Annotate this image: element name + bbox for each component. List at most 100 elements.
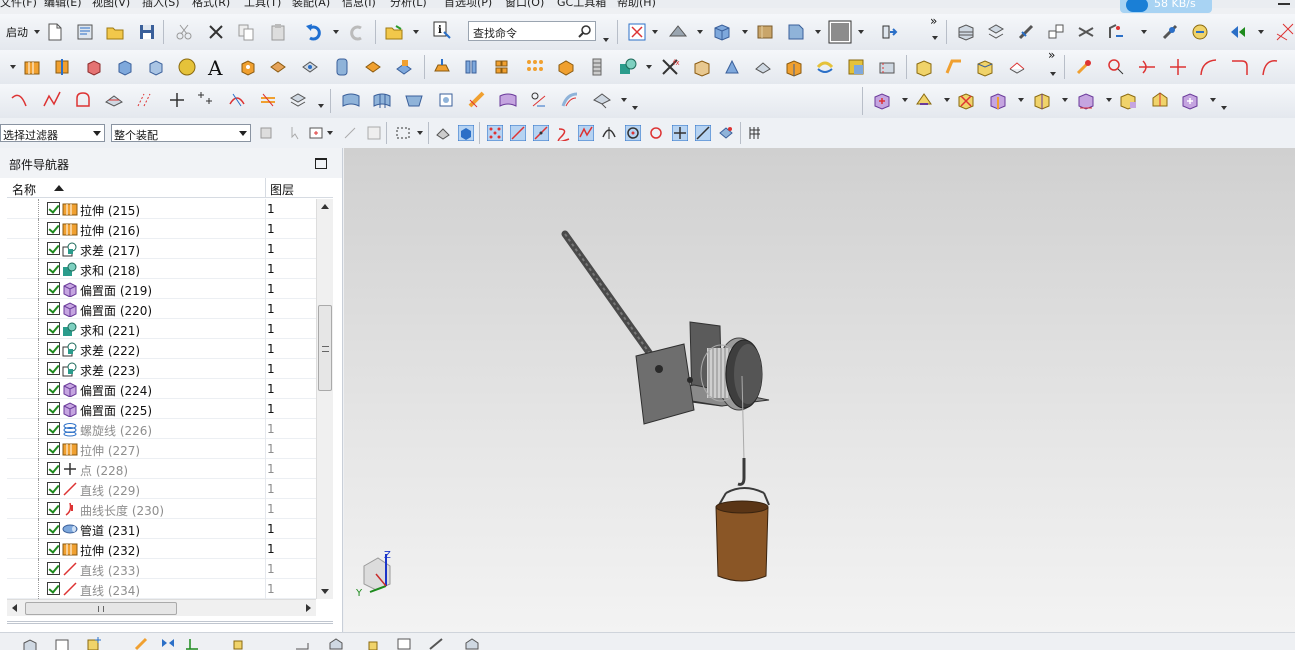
section-view-icon[interactable] [786,22,806,42]
assembly-scope-select[interactable]: 整个装配 [111,124,251,142]
start-dropdown-icon[interactable] [34,30,40,34]
offset-region-dropdown-icon[interactable] [1062,98,1068,102]
tree-row[interactable]: 求差 (223) 1 [7,359,316,379]
recent-dropdown-icon[interactable] [413,30,419,34]
sync-dropdown-icon[interactable] [902,98,908,102]
sync-copy-face-icon[interactable] [1180,90,1200,110]
visibility-checkbox[interactable] [47,522,60,535]
pick-assembly-icon[interactable] [366,125,382,141]
model-canvas[interactable]: Z Y [344,148,1295,632]
pull-dropdown-icon[interactable] [944,98,950,102]
rectangle-select-icon[interactable] [395,125,411,141]
bottom-sketch-icon[interactable] [54,637,70,650]
snap-on-curve-icon[interactable] [695,125,711,141]
section-surface-icon[interactable] [560,90,580,110]
bottom-measure-icon[interactable] [396,635,412,650]
column-name-header[interactable]: 名称 [12,181,36,198]
sync-resize-icon[interactable] [1076,90,1096,110]
visibility-checkbox[interactable] [47,502,60,515]
sphere-tool-icon[interactable] [177,57,197,77]
tree-row[interactable]: 直线 (229) 1 [7,479,316,499]
n-sided-surface-icon[interactable] [436,90,456,110]
row3-dropdown-icon[interactable] [318,104,324,108]
menu-assembly[interactable]: 装配(A) [292,0,330,8]
snap-on-face-icon[interactable] [718,125,734,141]
tree-vertical-scrollbar[interactable] [316,199,333,599]
scroll-down-icon[interactable] [321,589,329,594]
snap-midpoint-icon[interactable] [510,125,526,141]
chamfer-tool-icon[interactable] [784,57,804,77]
cursor-select-icon[interactable] [289,125,305,141]
menu-format[interactable]: 格式(R) [192,0,230,8]
polyline-icon[interactable] [42,90,62,110]
orient-view-icon[interactable] [712,22,732,42]
visibility-checkbox[interactable] [47,342,60,355]
cone-tool-icon[interactable] [146,57,166,77]
open-part-icon[interactable] [75,22,95,42]
menu-file[interactable]: 文件(F) [0,0,37,8]
explode-dropdown-icon[interactable] [1141,30,1147,34]
circle-curve-icon[interactable] [1106,57,1126,77]
tree-row[interactable]: 求和 (218) 1 [7,259,316,279]
visibility-checkbox[interactable] [47,302,60,315]
visibility-checkbox[interactable] [47,242,60,255]
emboss-tool-icon[interactable] [432,57,452,77]
sync-pattern-face-icon[interactable] [1118,90,1138,110]
menu-insert[interactable]: 插入(S) [142,0,180,8]
replace-dropdown-icon[interactable] [1018,98,1024,102]
render-style-icon[interactable] [668,22,688,42]
undo-icon[interactable] [304,22,324,42]
bottom-part-icon[interactable] [22,637,38,650]
snap-point-icon[interactable] [1074,57,1094,77]
explode-view-icon[interactable] [1106,22,1126,42]
tree-row[interactable]: 直线 (234) 1 [7,579,316,599]
tree-row[interactable]: 拉伸 (227) 1 [7,439,316,459]
sync-mirror-face-icon[interactable] [1150,90,1170,110]
visibility-checkbox[interactable] [47,262,60,275]
render-dropdown-icon[interactable] [697,30,703,34]
scroll-left-icon[interactable] [12,604,17,612]
snap-center-icon[interactable] [625,125,641,141]
styled-sweep-icon[interactable] [529,90,549,110]
pattern-tool-icon[interactable] [494,57,514,77]
swept-surface-icon[interactable] [404,90,424,110]
menu-analysis[interactable]: 分析(L) [390,0,427,8]
corner-curve-icon[interactable] [1229,57,1249,77]
thread-tool-icon[interactable] [587,57,607,77]
through-curves-icon[interactable] [341,90,361,110]
section-dropdown-icon[interactable] [815,30,821,34]
menu-window[interactable]: 窗口(O) [505,0,544,8]
selection-filter-select[interactable]: 选择过滤器 [0,124,105,142]
unite-tool-icon[interactable] [618,57,638,77]
snap-intersection-icon[interactable] [556,125,572,141]
extrude-tool-icon[interactable] [22,57,42,77]
bottom-arrange-icon[interactable] [294,635,310,650]
orient-dropdown-icon[interactable] [742,30,748,34]
tree-row[interactable]: 拉伸 (215) 1 [7,199,316,219]
paste-icon[interactable] [268,22,288,42]
command-search-input[interactable]: 查找命令 [468,21,596,41]
menu-tools[interactable]: 工具(T) [244,0,281,8]
wrap-curve-icon[interactable] [288,90,308,110]
scrollbar-thumb[interactable] [25,602,177,615]
scrollbar-thumb[interactable] [318,305,332,391]
cut-icon[interactable] [174,22,194,42]
studio-surface-icon[interactable] [498,90,518,110]
color-palette-icon[interactable] [828,20,852,44]
scale-body-icon[interactable] [846,57,866,77]
tree-row[interactable]: 拉伸 (232) 1 [7,539,316,559]
bottom-assembly-icon[interactable] [232,635,248,650]
info-icon[interactable]: i [432,20,452,40]
navigator-splitter[interactable] [7,621,333,624]
wave-link-icon[interactable] [1228,22,1248,42]
bottom-lock-icon[interactable] [365,635,381,650]
redo-icon[interactable] [347,22,367,42]
trim-body-icon[interactable]: fx [660,57,680,77]
shaded-view-icon[interactable] [458,125,474,141]
sync-pull-face-icon[interactable] [914,90,934,110]
row2-dropdown-icon[interactable] [10,65,16,69]
arc-curve-icon[interactable] [10,90,30,110]
new-file-icon[interactable] [45,22,65,42]
sew-tool-icon[interactable] [877,57,897,77]
snap-toggle-icon[interactable] [342,125,358,141]
